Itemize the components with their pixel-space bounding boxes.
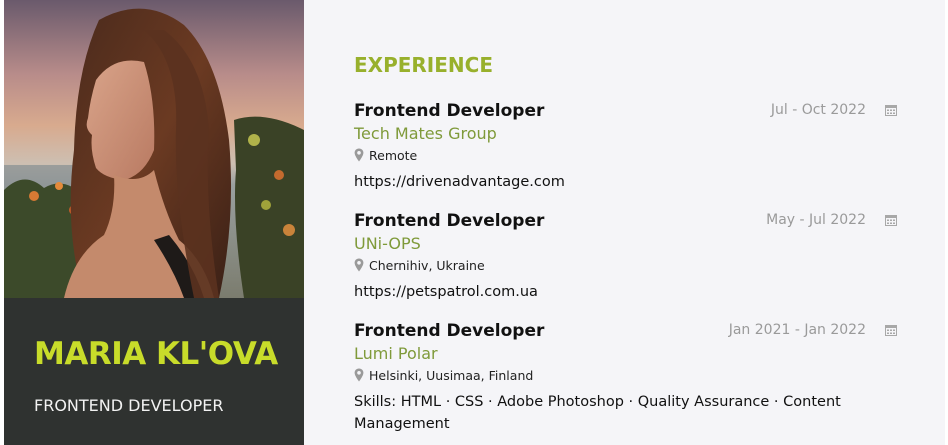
calendar-icon bbox=[885, 325, 897, 336]
job-title: Frontend Developer bbox=[354, 101, 545, 121]
experience-item: Frontend Developer Jan 2021 - Jan 2022 L… bbox=[354, 321, 899, 436]
profile-name: MARIA KL'OVA bbox=[34, 336, 278, 372]
profile-sidebar: MARIA KL'OVA FRONTEND DEVELOPER bbox=[4, 0, 304, 445]
experience-panel: EXPERIENCE Frontend Developer Jul - Oct … bbox=[304, 0, 945, 445]
calendar-icon bbox=[885, 215, 897, 226]
job-detail: https://petspatrol.com.ua bbox=[354, 284, 538, 300]
company-name: UNi-OPS bbox=[354, 234, 421, 253]
map-pin-icon bbox=[354, 148, 364, 162]
map-pin-icon bbox=[354, 258, 364, 272]
experience-item: Frontend Developer May - Jul 2022 UNi-OP… bbox=[354, 211, 899, 301]
location-text: Helsinki, Uusimaa, Finland bbox=[369, 368, 534, 383]
location-text: Remote bbox=[369, 148, 418, 163]
job-title: Frontend Developer bbox=[354, 321, 545, 341]
company-name: Lumi Polar bbox=[354, 344, 438, 363]
profile-heading: MARIA KL'OVA FRONTEND DEVELOPER bbox=[4, 298, 304, 445]
map-pin-icon bbox=[354, 368, 364, 382]
calendar-icon bbox=[885, 105, 897, 116]
job-location: Remote bbox=[354, 148, 417, 164]
experience-section-title: EXPERIENCE bbox=[354, 53, 493, 77]
job-date: Jul - Oct 2022 bbox=[770, 102, 866, 118]
job-location: Chernihiv, Ukraine bbox=[354, 258, 485, 274]
profile-photo bbox=[4, 0, 304, 298]
profile-role: FRONTEND DEVELOPER bbox=[34, 396, 224, 415]
company-name: Tech Mates Group bbox=[354, 124, 497, 143]
job-detail: Skills: HTML · CSS · Adobe Photoshop · Q… bbox=[354, 394, 841, 432]
job-title: Frontend Developer bbox=[354, 211, 545, 231]
job-date: Jan 2021 - Jan 2022 bbox=[728, 322, 866, 338]
job-location: Helsinki, Uusimaa, Finland bbox=[354, 368, 533, 384]
job-date: May - Jul 2022 bbox=[766, 212, 866, 228]
job-detail: https://drivenadvantage.com bbox=[354, 174, 565, 190]
location-text: Chernihiv, Ukraine bbox=[369, 258, 485, 273]
experience-item: Frontend Developer Jul - Oct 2022 Tech M… bbox=[354, 101, 899, 191]
resume-page: MARIA KL'OVA FRONTEND DEVELOPER EXPERIEN… bbox=[0, 0, 948, 445]
